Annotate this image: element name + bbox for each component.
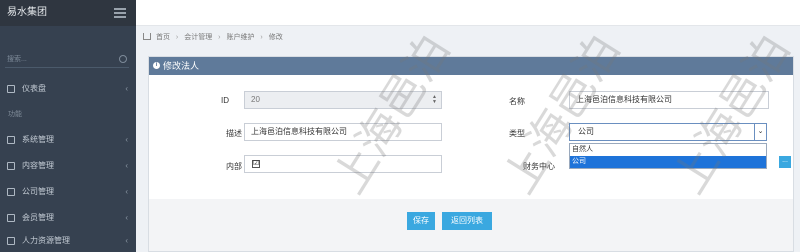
breadcrumb-item[interactable]: 账户维护 <box>226 34 254 41</box>
sidebar-item-hr[interactable]: 人力资源管理 ‹ <box>0 230 136 252</box>
sidebar-item-label: 系统管理 <box>22 135 54 144</box>
name-label: 名称 <box>509 97 525 106</box>
home-icon <box>7 85 15 93</box>
breadcrumb-item[interactable]: 会计管理 <box>184 34 212 41</box>
internal-checkbox-field: ☑ <box>244 155 442 173</box>
chevron-left-icon: ‹ <box>125 187 128 196</box>
sidebar-item-label: 会员管理 <box>22 213 54 222</box>
info-icon: i <box>153 62 160 69</box>
finance-center-picker-button[interactable]: ... <box>779 156 791 168</box>
internal-label: 内部 <box>226 162 242 171</box>
sidebar-item-label: 公司管理 <box>22 187 54 196</box>
id-field: 20 ▲ ▼ <box>244 91 442 109</box>
sidebar-section-heading: 功能 <box>8 111 22 118</box>
chevron-left-icon: ‹ <box>125 135 128 144</box>
trophy-icon <box>7 214 15 222</box>
description-label: 描述 <box>226 129 242 138</box>
back-to-list-button[interactable]: 返回列表 <box>442 212 492 230</box>
sidebar: 搜索... 仪表盘 ‹ 功能 系统管理 ‹ 内容管理 ‹ 公司管理 ‹ 会员管理… <box>0 26 136 252</box>
sidebar-item-content[interactable]: 内容管理 ‹ <box>0 155 136 177</box>
search-icon[interactable] <box>119 55 127 63</box>
breadcrumb: 首页 › 会计管理 › 账户维护 › 修改 <box>143 32 283 44</box>
sidebar-item-label: 仪表盘 <box>22 84 46 93</box>
chevron-left-icon: ‹ <box>125 236 128 245</box>
panel-header: i 修改法人 <box>149 57 793 75</box>
top-bar: 易水集团 <box>0 0 800 26</box>
breadcrumb-item-current: 修改 <box>268 34 283 41</box>
sidebar-item-dashboard[interactable]: 仪表盘 ‹ <box>0 78 136 100</box>
sidebar-item-member[interactable]: 会员管理 ‹ <box>0 207 136 229</box>
sidebar-search-input[interactable]: 搜索... <box>5 52 129 68</box>
type-dropdown: 自然人 公司 <box>569 143 767 169</box>
sidebar-item-system[interactable]: 系统管理 ‹ <box>0 129 136 151</box>
sidebar-item-company[interactable]: 公司管理 ‹ <box>0 181 136 203</box>
edit-form-panel: i 修改法人 ID 20 ▲ ▼ 名称 上海邑泊信息科技有限公司 描述 上海邑泊信… <box>148 56 794 252</box>
menu-toggle-icon[interactable] <box>114 8 126 18</box>
home-icon[interactable] <box>143 33 151 40</box>
type-option[interactable]: 自然人 <box>570 144 766 156</box>
sidebar-item-label: 人力资源管理 <box>22 236 70 245</box>
search-placeholder: 搜索... <box>7 56 27 63</box>
type-label: 类型 <box>509 129 525 138</box>
internal-checkbox[interactable]: ☑ <box>252 160 260 168</box>
gears-icon <box>7 136 15 144</box>
chevron-down-icon[interactable]: ⌄ <box>754 124 766 140</box>
sidebar-item-label: 内容管理 <box>22 161 54 170</box>
save-button[interactable]: 保存 <box>407 212 435 230</box>
type-option-selected[interactable]: 公司 <box>570 156 766 168</box>
chevron-left-icon: ‹ <box>125 161 128 170</box>
form-actions: 保存 返回列表 <box>149 199 793 251</box>
spinner-icon: ▲ ▼ <box>432 94 437 105</box>
id-label: ID <box>221 96 229 105</box>
chevron-left-icon: ‹ <box>125 84 128 93</box>
description-field[interactable]: 上海邑泊信息科技有限公司 <box>244 123 442 141</box>
user-icon <box>7 237 15 245</box>
doc-icon <box>7 162 15 170</box>
org-icon <box>7 188 15 196</box>
breadcrumb-item[interactable]: 首页 <box>156 34 170 41</box>
finance-center-label: 财务中心 <box>523 162 555 171</box>
name-field[interactable]: 上海邑泊信息科技有限公司 <box>569 91 769 109</box>
chevron-left-icon: ‹ <box>125 213 128 222</box>
panel-title: 修改法人 <box>163 61 200 71</box>
type-select[interactable]: 公司 ⌄ <box>569 123 767 141</box>
